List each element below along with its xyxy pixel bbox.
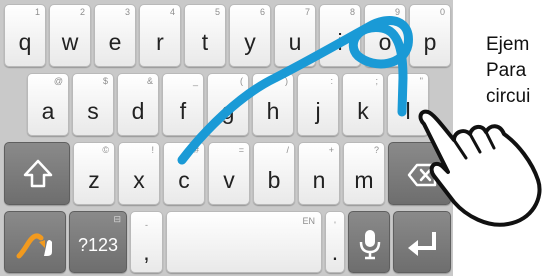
microphone-icon: [359, 230, 381, 260]
key-hint: 7: [304, 7, 310, 17]
key-label: c: [178, 167, 190, 193]
key-hint: $: [102, 76, 108, 86]
key-label: b: [267, 167, 281, 193]
key-hint: (: [240, 76, 243, 86]
key-t[interactable]: 5 t: [184, 4, 226, 67]
key-o[interactable]: 9 o: [364, 4, 406, 67]
key-hint: 5: [214, 7, 220, 17]
pointing-hand-icon: [418, 109, 542, 227]
key-label: e: [108, 29, 122, 55]
caption-line-3: circui: [486, 86, 531, 107]
key-j[interactable]: : j: [297, 73, 339, 136]
key-q[interactable]: 1 q: [4, 4, 46, 67]
key-u[interactable]: 7 u: [274, 4, 316, 67]
key-f[interactable]: _ f: [162, 73, 204, 136]
microphone-key[interactable]: [348, 211, 390, 273]
key-hint: +: [328, 145, 334, 155]
key-label: r: [156, 29, 164, 55]
key-r[interactable]: 4 r: [139, 4, 181, 67]
caption-line-1: Ejem: [486, 34, 530, 55]
key-hint: 2: [79, 7, 85, 17]
key-hint: _: [192, 76, 198, 86]
key-i[interactable]: 8 i: [319, 4, 361, 67]
keyboard: 1 q 2 w 3 e 4 r 5 t 6 y 7 u 8 i 9 o 0 p …: [0, 0, 453, 276]
key-label: t: [201, 29, 209, 55]
key-label: o: [378, 29, 392, 55]
comma-key[interactable]: - ,: [130, 211, 163, 273]
key-n[interactable]: + n: [298, 142, 340, 205]
key-label: f: [179, 98, 187, 124]
key-c[interactable]: # c: [163, 142, 205, 205]
key-label: i: [337, 29, 343, 55]
key-hint: 0: [439, 7, 445, 17]
key-label: v: [223, 167, 235, 193]
caption-line-2: Para: [486, 60, 527, 81]
swype-logo-icon: [16, 233, 52, 259]
key-label: u: [288, 29, 302, 55]
key-label: z: [88, 167, 100, 193]
key-hint: =: [238, 145, 244, 155]
key-z[interactable]: © z: [73, 142, 115, 205]
key-label: n: [312, 167, 326, 193]
key-label: k: [357, 98, 369, 124]
key-hint: ?: [373, 145, 379, 155]
key-label: x: [133, 167, 145, 193]
key-g[interactable]: ( g: [207, 73, 249, 136]
key-h[interactable]: ) h: [252, 73, 294, 136]
key-e[interactable]: 3 e: [94, 4, 136, 67]
key-label: ,: [143, 239, 150, 265]
key-hint: 9: [394, 7, 400, 17]
symbols-hint-icon: ⊟: [113, 214, 121, 224]
key-label: q: [18, 29, 32, 55]
space-key[interactable]: EN: [166, 211, 322, 273]
key-hint: #: [193, 145, 199, 155]
key-p[interactable]: 0 p: [409, 4, 451, 67]
key-v[interactable]: = v: [208, 142, 250, 205]
key-hint: 6: [259, 7, 265, 17]
key-hint: 4: [169, 7, 175, 17]
key-label: g: [221, 98, 235, 124]
key-label: y: [244, 29, 256, 55]
key-hint: 8: [349, 7, 355, 17]
key-label: h: [266, 98, 280, 124]
key-hint: ": [419, 76, 423, 86]
swype-key[interactable]: [4, 211, 66, 273]
key-hint: -: [145, 220, 148, 230]
key-hint: :: [330, 76, 333, 86]
key-y[interactable]: 6 y: [229, 4, 271, 67]
key-hint: ;: [375, 76, 378, 86]
key-hint: 1: [34, 7, 40, 17]
key-label: .: [331, 239, 339, 265]
key-b[interactable]: / b: [253, 142, 295, 205]
symbols-label: ?123: [77, 235, 119, 255]
key-label: m: [354, 167, 374, 193]
key-hint: &: [146, 76, 153, 86]
key-hint: ©: [102, 145, 109, 155]
key-s[interactable]: $ s: [72, 73, 114, 136]
key-label: d: [131, 98, 145, 124]
key-k[interactable]: ; k: [342, 73, 384, 136]
symbols-key[interactable]: ⊟ ?123: [69, 211, 127, 273]
key-hint: ): [285, 76, 288, 86]
key-m[interactable]: ? m: [343, 142, 385, 205]
key-x[interactable]: ! x: [118, 142, 160, 205]
key-label: p: [423, 29, 437, 55]
key-label: a: [41, 98, 55, 124]
key-hint: 3: [124, 7, 130, 17]
period-key[interactable]: ' .: [325, 211, 345, 273]
key-hint: ': [334, 220, 336, 230]
key-hint: !: [151, 145, 154, 155]
key-label: w: [61, 29, 79, 55]
key-a[interactable]: @ a: [27, 73, 69, 136]
space-language-hint: EN: [302, 216, 315, 226]
key-w[interactable]: 2 w: [49, 4, 91, 67]
key-label: j: [315, 98, 321, 124]
key-d[interactable]: & d: [117, 73, 159, 136]
key-hint: /: [286, 145, 289, 155]
key-hint: @: [53, 76, 63, 86]
shift-arrow-icon: [23, 159, 53, 188]
shift-key[interactable]: [4, 142, 70, 205]
key-label: s: [87, 98, 99, 124]
